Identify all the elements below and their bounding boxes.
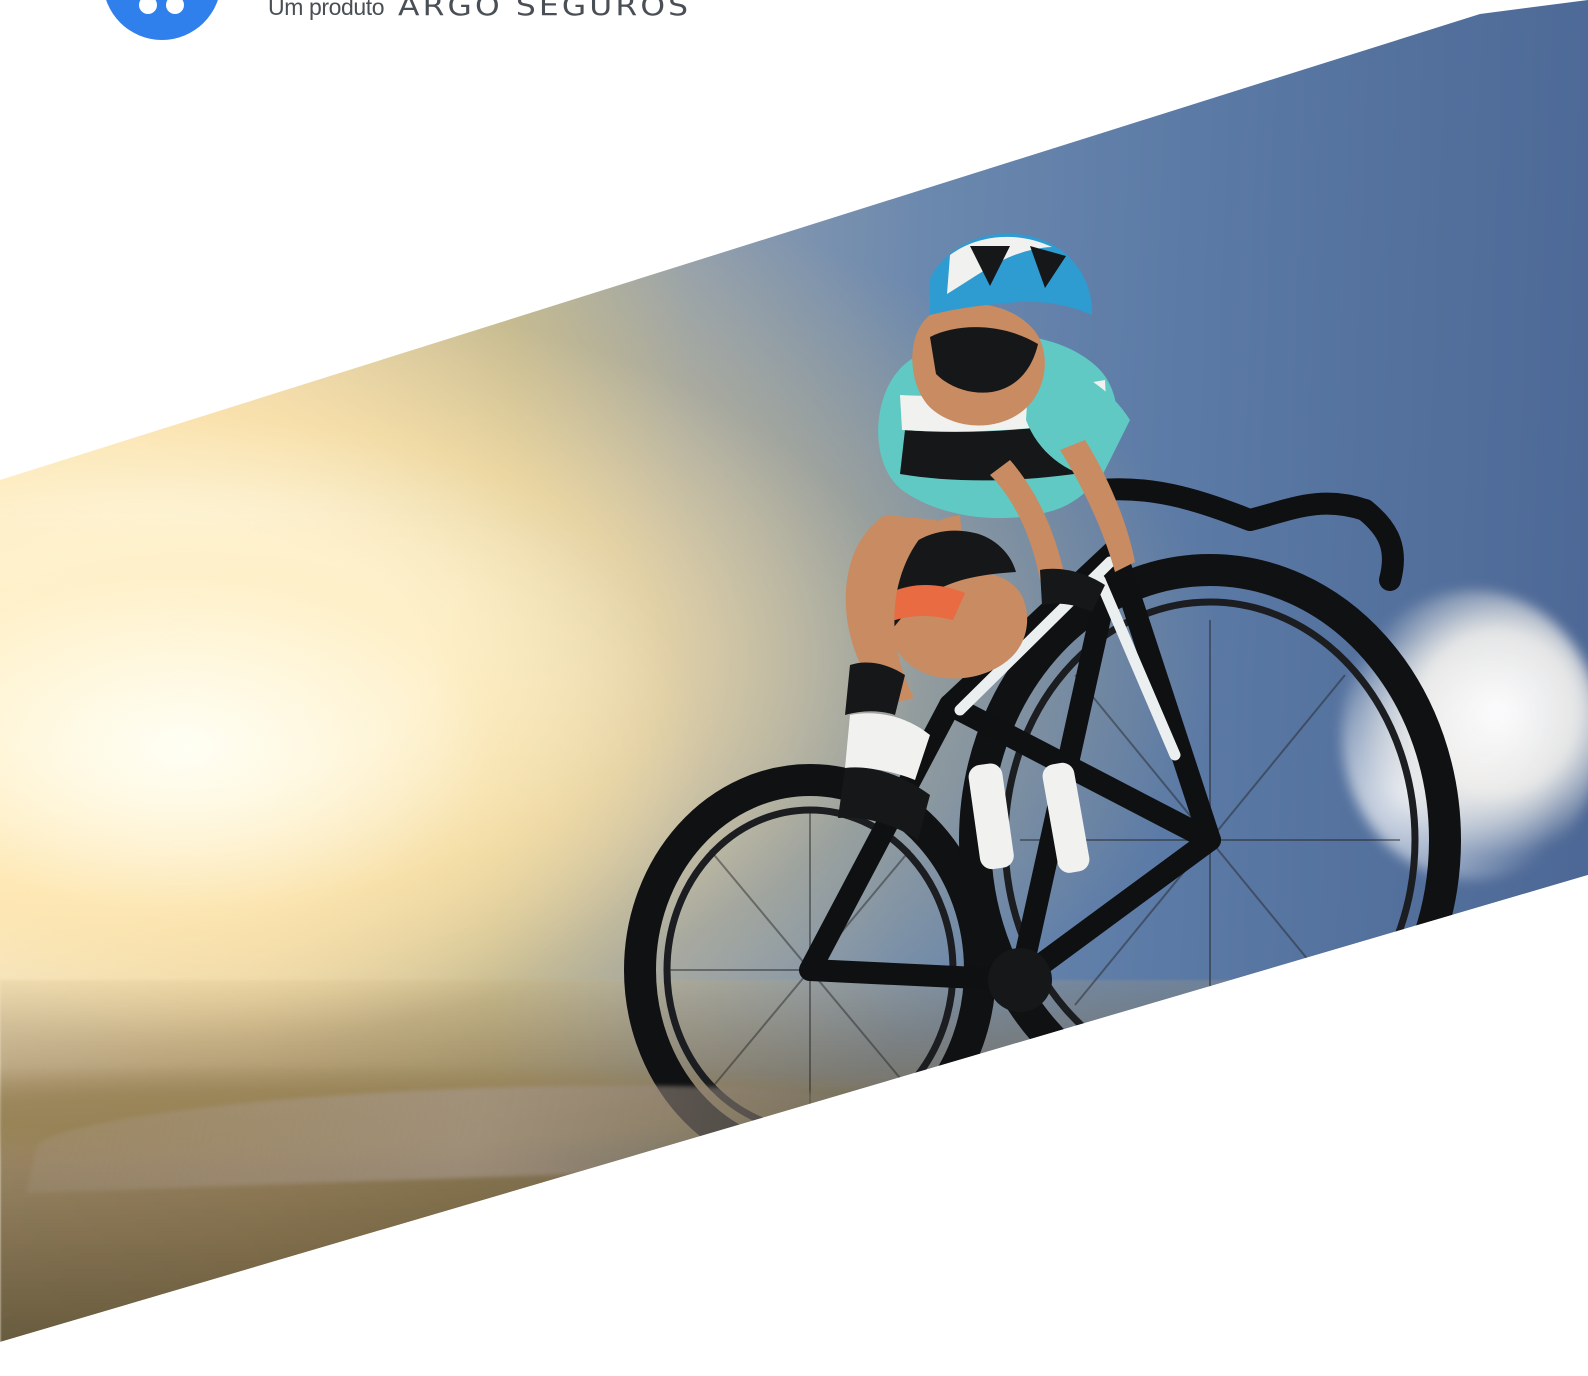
brand-name: ARGO SEGUROS <box>398 0 692 22</box>
brand-prefix: Um produto <box>268 0 385 20</box>
brand-tagline: Um produto ARGO SEGUROS <box>268 0 688 20</box>
brand-header: Um produto ARGO SEGUROS <box>0 0 760 50</box>
cover-page: Um produto ARGO SEGUROS <box>0 0 1588 1376</box>
logo-circle-icon <box>103 0 221 40</box>
